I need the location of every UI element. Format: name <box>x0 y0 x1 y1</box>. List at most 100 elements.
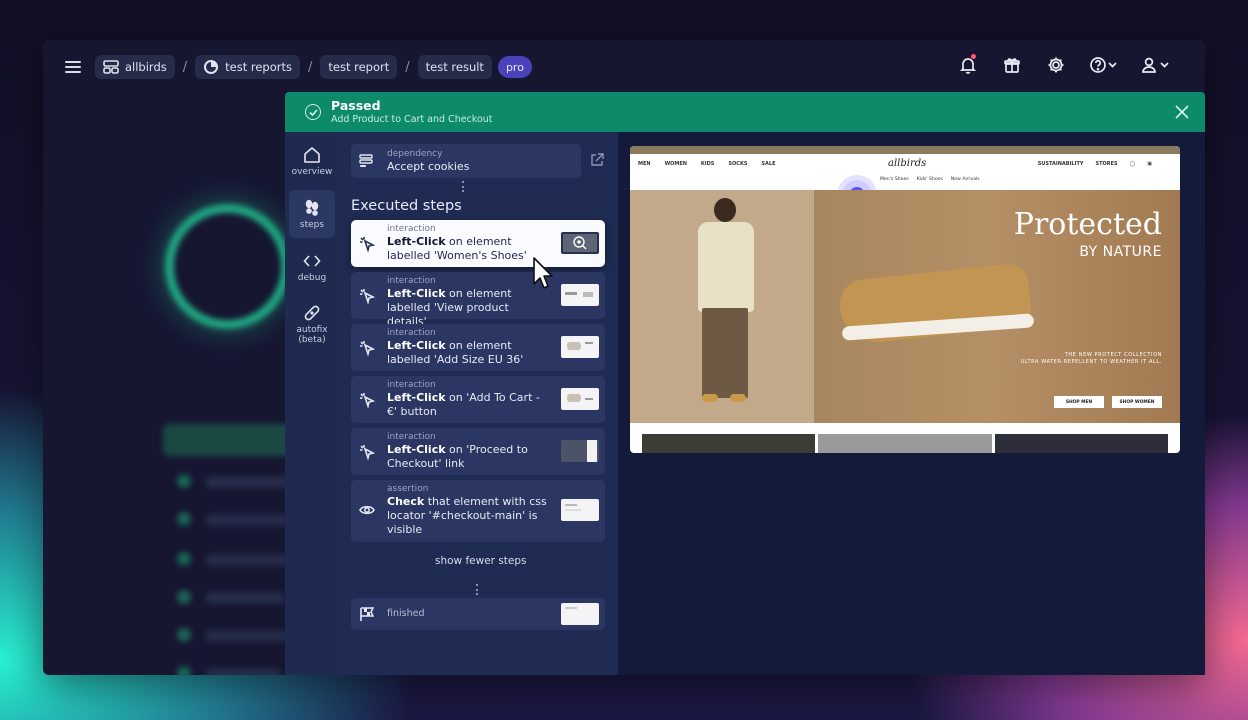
site-hero: Protected BY NATURE THE NEW PROTECT COLL… <box>630 190 1180 423</box>
model-trousers <box>702 308 748 398</box>
step-thumbnail[interactable] <box>561 440 599 462</box>
modal-side-nav: overview steps debug autofix (beta) <box>285 132 339 675</box>
dependency-card[interactable]: dependency Accept cookies <box>351 144 581 178</box>
user-icon[interactable] <box>1141 54 1171 76</box>
blurred-dot <box>177 628 191 642</box>
checkered-flag-icon <box>359 606 375 626</box>
hero-copy-line: ULTRA WATER-REPELLENT TO WEATHER IT ALL. <box>1020 359 1162 365</box>
step-thumbnail[interactable] <box>561 603 599 625</box>
blurred-row <box>205 668 281 675</box>
site-nav-item: KIDS <box>700 161 715 167</box>
breadcrumb-test-report[interactable]: test report <box>320 55 398 79</box>
step-thumbnail[interactable] <box>561 388 599 410</box>
site-announcement-bar <box>630 146 1180 154</box>
hero-subtitle: BY NATURE <box>1079 244 1162 260</box>
nav-debug-label: debug <box>297 272 327 283</box>
step-1[interactable]: interaction Left-Click on element labell… <box>351 220 605 267</box>
help-icon[interactable] <box>1089 54 1119 76</box>
background-content <box>43 94 303 675</box>
finished-label: finished <box>387 608 425 619</box>
check-circle-icon <box>305 104 321 120</box>
step-kind: interaction <box>387 432 436 442</box>
blurred-row <box>205 592 285 604</box>
model-head <box>714 198 736 222</box>
click-icon <box>359 236 376 253</box>
step-thumbnail[interactable] <box>561 284 599 306</box>
website-screenshot[interactable]: MEN WOMEN KIDS SOCKS SALE allbirds SUSTA… <box>630 146 1180 453</box>
breadcrumb-test-result[interactable]: test result <box>417 55 492 79</box>
model-jacket <box>698 222 754 312</box>
nav-steps[interactable]: steps <box>289 190 335 238</box>
blurred-dot <box>177 512 191 526</box>
site-nav-item: MEN <box>638 161 651 167</box>
breadcrumb-separator: / <box>405 59 410 75</box>
step-2[interactable]: interaction Left-Click on element labell… <box>351 272 605 328</box>
blurred-dot <box>177 474 191 488</box>
site-subnav: Men's Shoes Kids' Shoes New Arrivals <box>880 177 980 182</box>
breadcrumb-test-result-label: test result <box>425 60 484 74</box>
zoom-in-icon <box>573 236 587 250</box>
step-kind: interaction <box>387 224 436 234</box>
click-icon <box>359 392 376 409</box>
nav-overview[interactable]: overview <box>289 137 335 185</box>
step-kind: interaction <box>387 380 436 390</box>
site-nav-item: SOCKS <box>728 161 748 167</box>
bandage-icon <box>304 305 320 320</box>
step-thumbnail[interactable] <box>561 232 599 254</box>
reports-icon <box>204 60 219 74</box>
nav-autofix[interactable]: autofix (beta) <box>289 296 335 352</box>
step-thumbnail[interactable] <box>561 499 599 521</box>
step-thumbnail[interactable] <box>561 336 599 358</box>
step-3[interactable]: interaction Left-Click on element labell… <box>351 324 605 371</box>
test-name: Add Product to Cart and Checkout <box>331 113 493 125</box>
click-icon <box>359 288 376 305</box>
close-icon[interactable] <box>1173 103 1191 121</box>
shop-women-button[interactable]: SHOP WOMEN <box>1112 396 1162 408</box>
breadcrumb-separator: / <box>182 59 188 75</box>
site-cart-icon: ▣ <box>1147 161 1152 167</box>
step-action: Left-Click <box>387 287 446 300</box>
executed-steps-title: Executed steps <box>351 198 462 214</box>
breadcrumb-separator: / <box>308 59 313 75</box>
gear-icon[interactable] <box>1045 54 1067 76</box>
more-dots-icon <box>476 584 478 595</box>
bell-icon[interactable] <box>957 54 979 76</box>
site-nav-item: WOMEN <box>664 161 687 167</box>
screenshot-preview: MEN WOMEN KIDS SOCKS SALE allbirds SUSTA… <box>618 132 1205 675</box>
steps-panel: dependency Accept cookies Executed steps… <box>339 132 618 675</box>
nav-debug[interactable]: debug <box>289 243 335 291</box>
step-action: Left-Click <box>387 443 446 456</box>
step-4[interactable]: interaction Left-Click on 'Add To Cart -… <box>351 376 605 423</box>
blurred-row <box>205 514 289 526</box>
step-text: Left-Click on 'Proceed to Checkout' link <box>387 443 549 471</box>
code-icon <box>303 254 321 267</box>
result-ring <box>165 204 290 329</box>
step-5[interactable]: interaction Left-Click on 'Proceed to Ch… <box>351 428 605 475</box>
finished-step[interactable]: finished <box>351 598 605 630</box>
site-nav: MEN WOMEN KIDS SOCKS SALE allbirds SUSTA… <box>630 154 1180 174</box>
show-fewer-steps-link[interactable]: show fewer steps <box>435 555 527 567</box>
step-action: Left-Click <box>387 391 446 404</box>
breadcrumb-test-report-label: test report <box>328 60 390 74</box>
breadcrumb-project[interactable]: allbirds <box>95 55 175 79</box>
step-text: Left-Click on element labelled 'Add Size… <box>387 339 549 367</box>
dependency-kind: dependency <box>387 149 443 159</box>
site-logo: allbirds <box>888 158 927 169</box>
hero-model-image <box>630 190 814 423</box>
step-kind: interaction <box>387 276 436 286</box>
click-icon <box>359 444 376 461</box>
breadcrumb-test-reports[interactable]: test reports <box>195 55 300 79</box>
blurred-dot <box>177 666 191 675</box>
step-6[interactable]: assertion Check that element with css lo… <box>351 480 605 542</box>
shop-men-button[interactable]: SHOP MEN <box>1054 396 1104 408</box>
nav-overview-label: overview <box>291 166 333 177</box>
mouse-cursor-icon <box>533 257 553 289</box>
gift-icon[interactable] <box>1001 54 1023 76</box>
eye-icon <box>359 502 375 518</box>
dependency-name: Accept cookies <box>387 160 470 173</box>
footprints-icon <box>305 199 319 216</box>
hamburger-menu-icon[interactable] <box>65 61 81 73</box>
site-nav-right: SUSTAINABILITY STORES ◯ ▣ <box>1038 161 1152 167</box>
external-link-icon[interactable] <box>589 152 605 168</box>
step-action: Check <box>387 495 425 508</box>
